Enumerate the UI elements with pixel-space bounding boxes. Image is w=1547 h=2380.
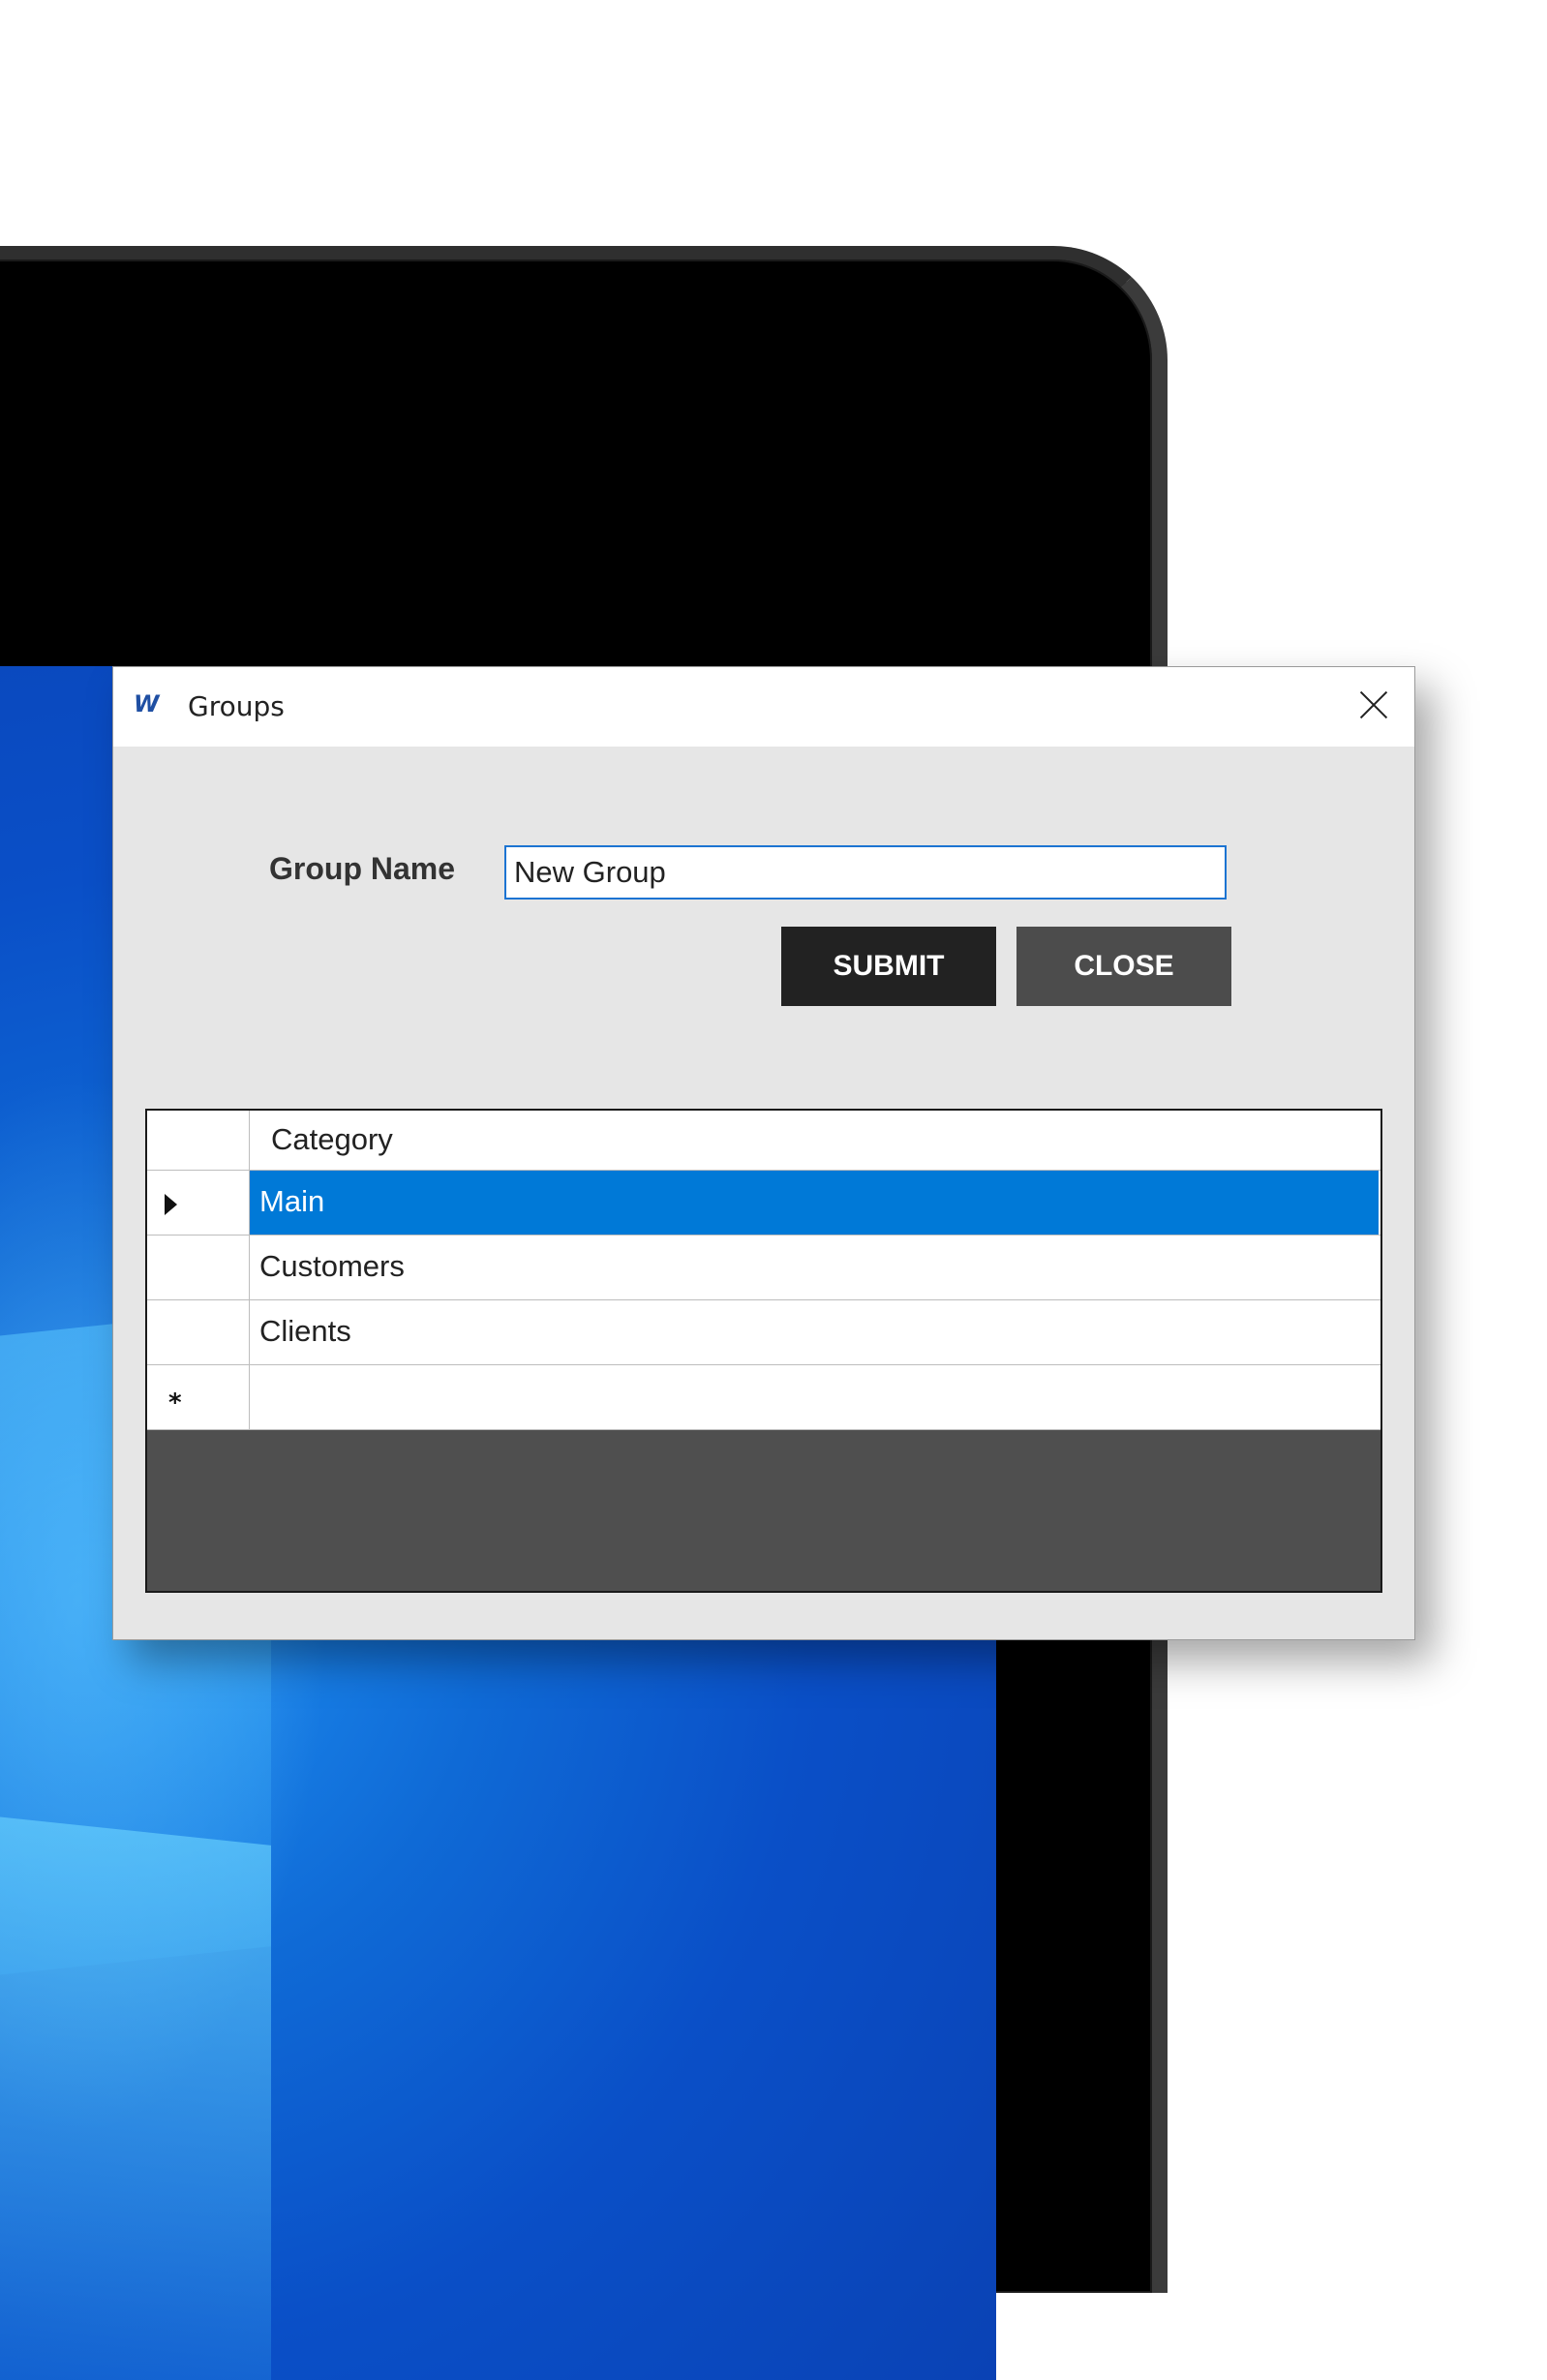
submit-button[interactable]: SUBMIT [781,927,996,1006]
category-grid[interactable]: Category Main Customers Clients * [145,1109,1382,1593]
current-row-arrow-icon [165,1194,177,1215]
table-row[interactable]: Main [147,1171,1380,1236]
groups-dialog: W Groups Group Name SUBMIT CLOSE Categor… [112,666,1415,1640]
row-header[interactable] [147,1300,250,1364]
row-header[interactable] [147,1236,250,1299]
row-header[interactable]: * [147,1365,250,1429]
category-cell[interactable]: Customers [250,1236,1379,1299]
category-cell-text: Main [259,1184,325,1218]
app-logo-icon: W [134,690,160,717]
column-header-label: Category [271,1122,393,1156]
new-category-cell[interactable] [250,1365,1379,1429]
window-title: Groups [188,690,285,722]
group-name-input[interactable] [504,845,1227,900]
new-row-asterisk-icon: * [168,1388,182,1418]
close-button[interactable]: CLOSE [1016,927,1231,1006]
table-row[interactable]: Clients [147,1300,1380,1365]
column-header-category[interactable]: Category [250,1111,1380,1170]
wallpaper-window-pane-lower [0,1811,271,2380]
category-cell-text: Customers [259,1249,405,1283]
row-header[interactable] [147,1171,250,1235]
grid-corner-cell[interactable] [147,1111,250,1170]
category-cell[interactable]: Main [250,1171,1379,1235]
title-bar[interactable]: W Groups [113,667,1414,747]
category-cell-text: Clients [259,1314,351,1348]
group-name-label: Group Name [269,851,456,886]
new-row[interactable]: * [147,1365,1380,1430]
window-close-icon[interactable] [1354,685,1393,723]
category-cell[interactable]: Clients [250,1300,1379,1364]
table-row[interactable]: Customers [147,1236,1380,1300]
grid-header: Category [147,1111,1380,1171]
